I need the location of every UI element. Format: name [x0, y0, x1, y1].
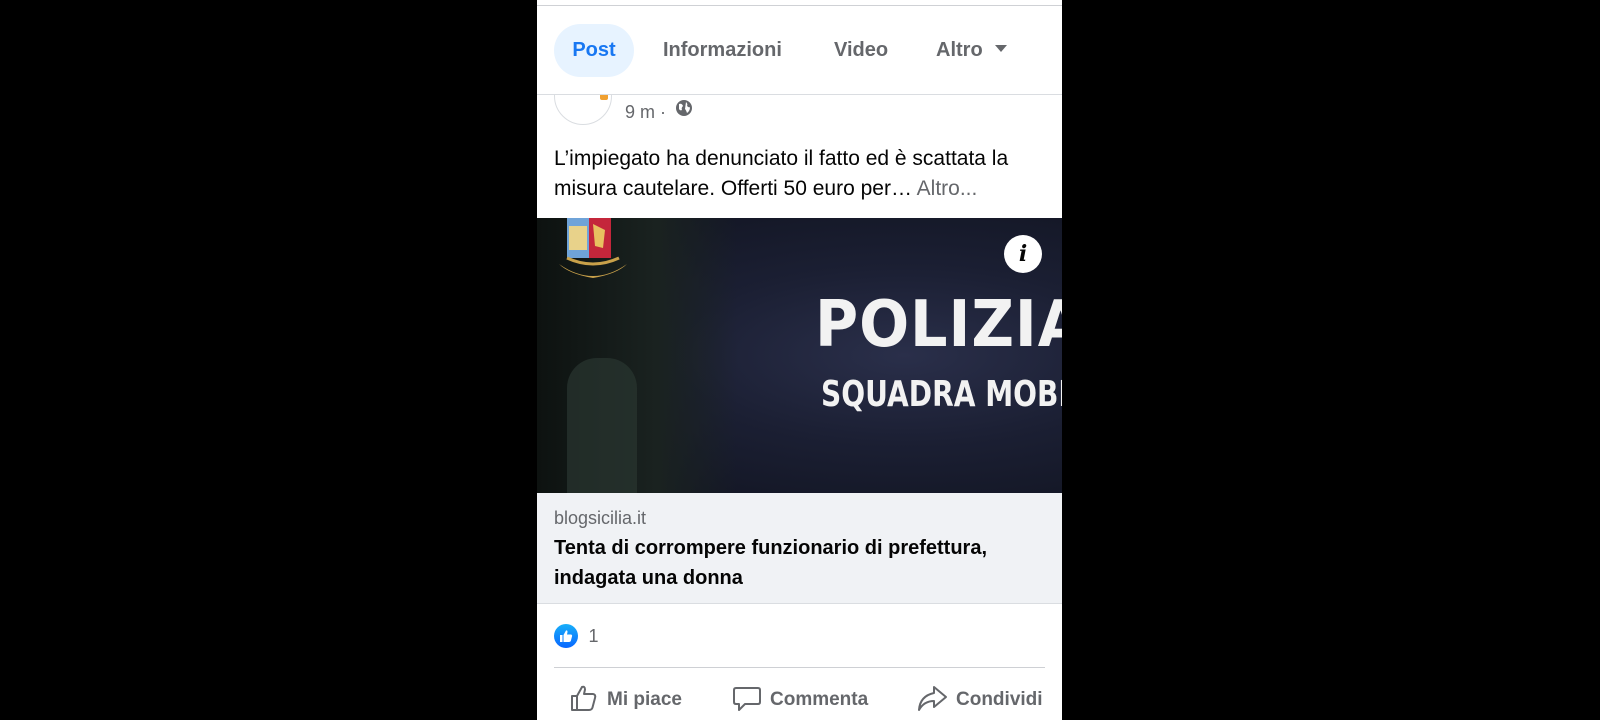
tab-informazioni[interactable]: Informazioni — [663, 24, 782, 77]
post-image[interactable]: POLIZIA SQUADRA MOBILE i — [537, 218, 1062, 493]
chevron-down-icon — [994, 45, 1007, 53]
see-more-link[interactable]: Altro... — [917, 177, 978, 200]
image-text-squadra: SQUADRA MOBILE — [821, 374, 1062, 415]
police-emblem-icon — [559, 218, 627, 278]
like-count: 1 — [588, 626, 599, 646]
divider — [554, 667, 1045, 668]
tab-altro[interactable]: Altro — [936, 24, 1007, 77]
facebook-page-feed: Post Informazioni Video Altro 9 m · L’im… — [537, 0, 1062, 720]
share-icon — [918, 685, 947, 711]
post-text: L’impiegato ha denunciato il fatto ed è … — [554, 144, 1049, 204]
image-text-polizia: POLIZIA — [815, 288, 1062, 362]
info-icon[interactable]: i — [1004, 235, 1042, 273]
like-button[interactable]: Mi piace — [569, 684, 682, 716]
link-title: Tenta di corrompere funzionario di prefe… — [554, 537, 988, 589]
comment-icon — [733, 686, 761, 711]
image-figure — [567, 358, 637, 493]
post-time: 9 m · — [625, 102, 667, 122]
globe-icon — [675, 99, 693, 123]
link-domain: blogsicilia.it — [554, 508, 647, 528]
thumbs-up-icon — [571, 685, 597, 711]
like-reaction-icon — [554, 624, 578, 648]
like-button-label: Mi piace — [607, 689, 682, 710]
tab-altro-label: Altro — [936, 39, 983, 61]
post-meta: 9 m · — [625, 100, 693, 124]
tab-post[interactable]: Post — [554, 24, 634, 77]
link-preview[interactable]: blogsicilia.it Tenta di corrompere funzi… — [537, 493, 1062, 604]
share-button[interactable]: Condividi — [916, 684, 1043, 716]
reaction-summary[interactable]: 1 — [554, 624, 598, 648]
page-tabs: Post Informazioni Video Altro — [537, 6, 1062, 95]
tab-video[interactable]: Video — [834, 24, 888, 77]
comment-button-label: Commenta — [770, 689, 869, 710]
share-button-label: Condividi — [956, 689, 1043, 710]
comment-button[interactable]: Commenta — [732, 684, 868, 716]
